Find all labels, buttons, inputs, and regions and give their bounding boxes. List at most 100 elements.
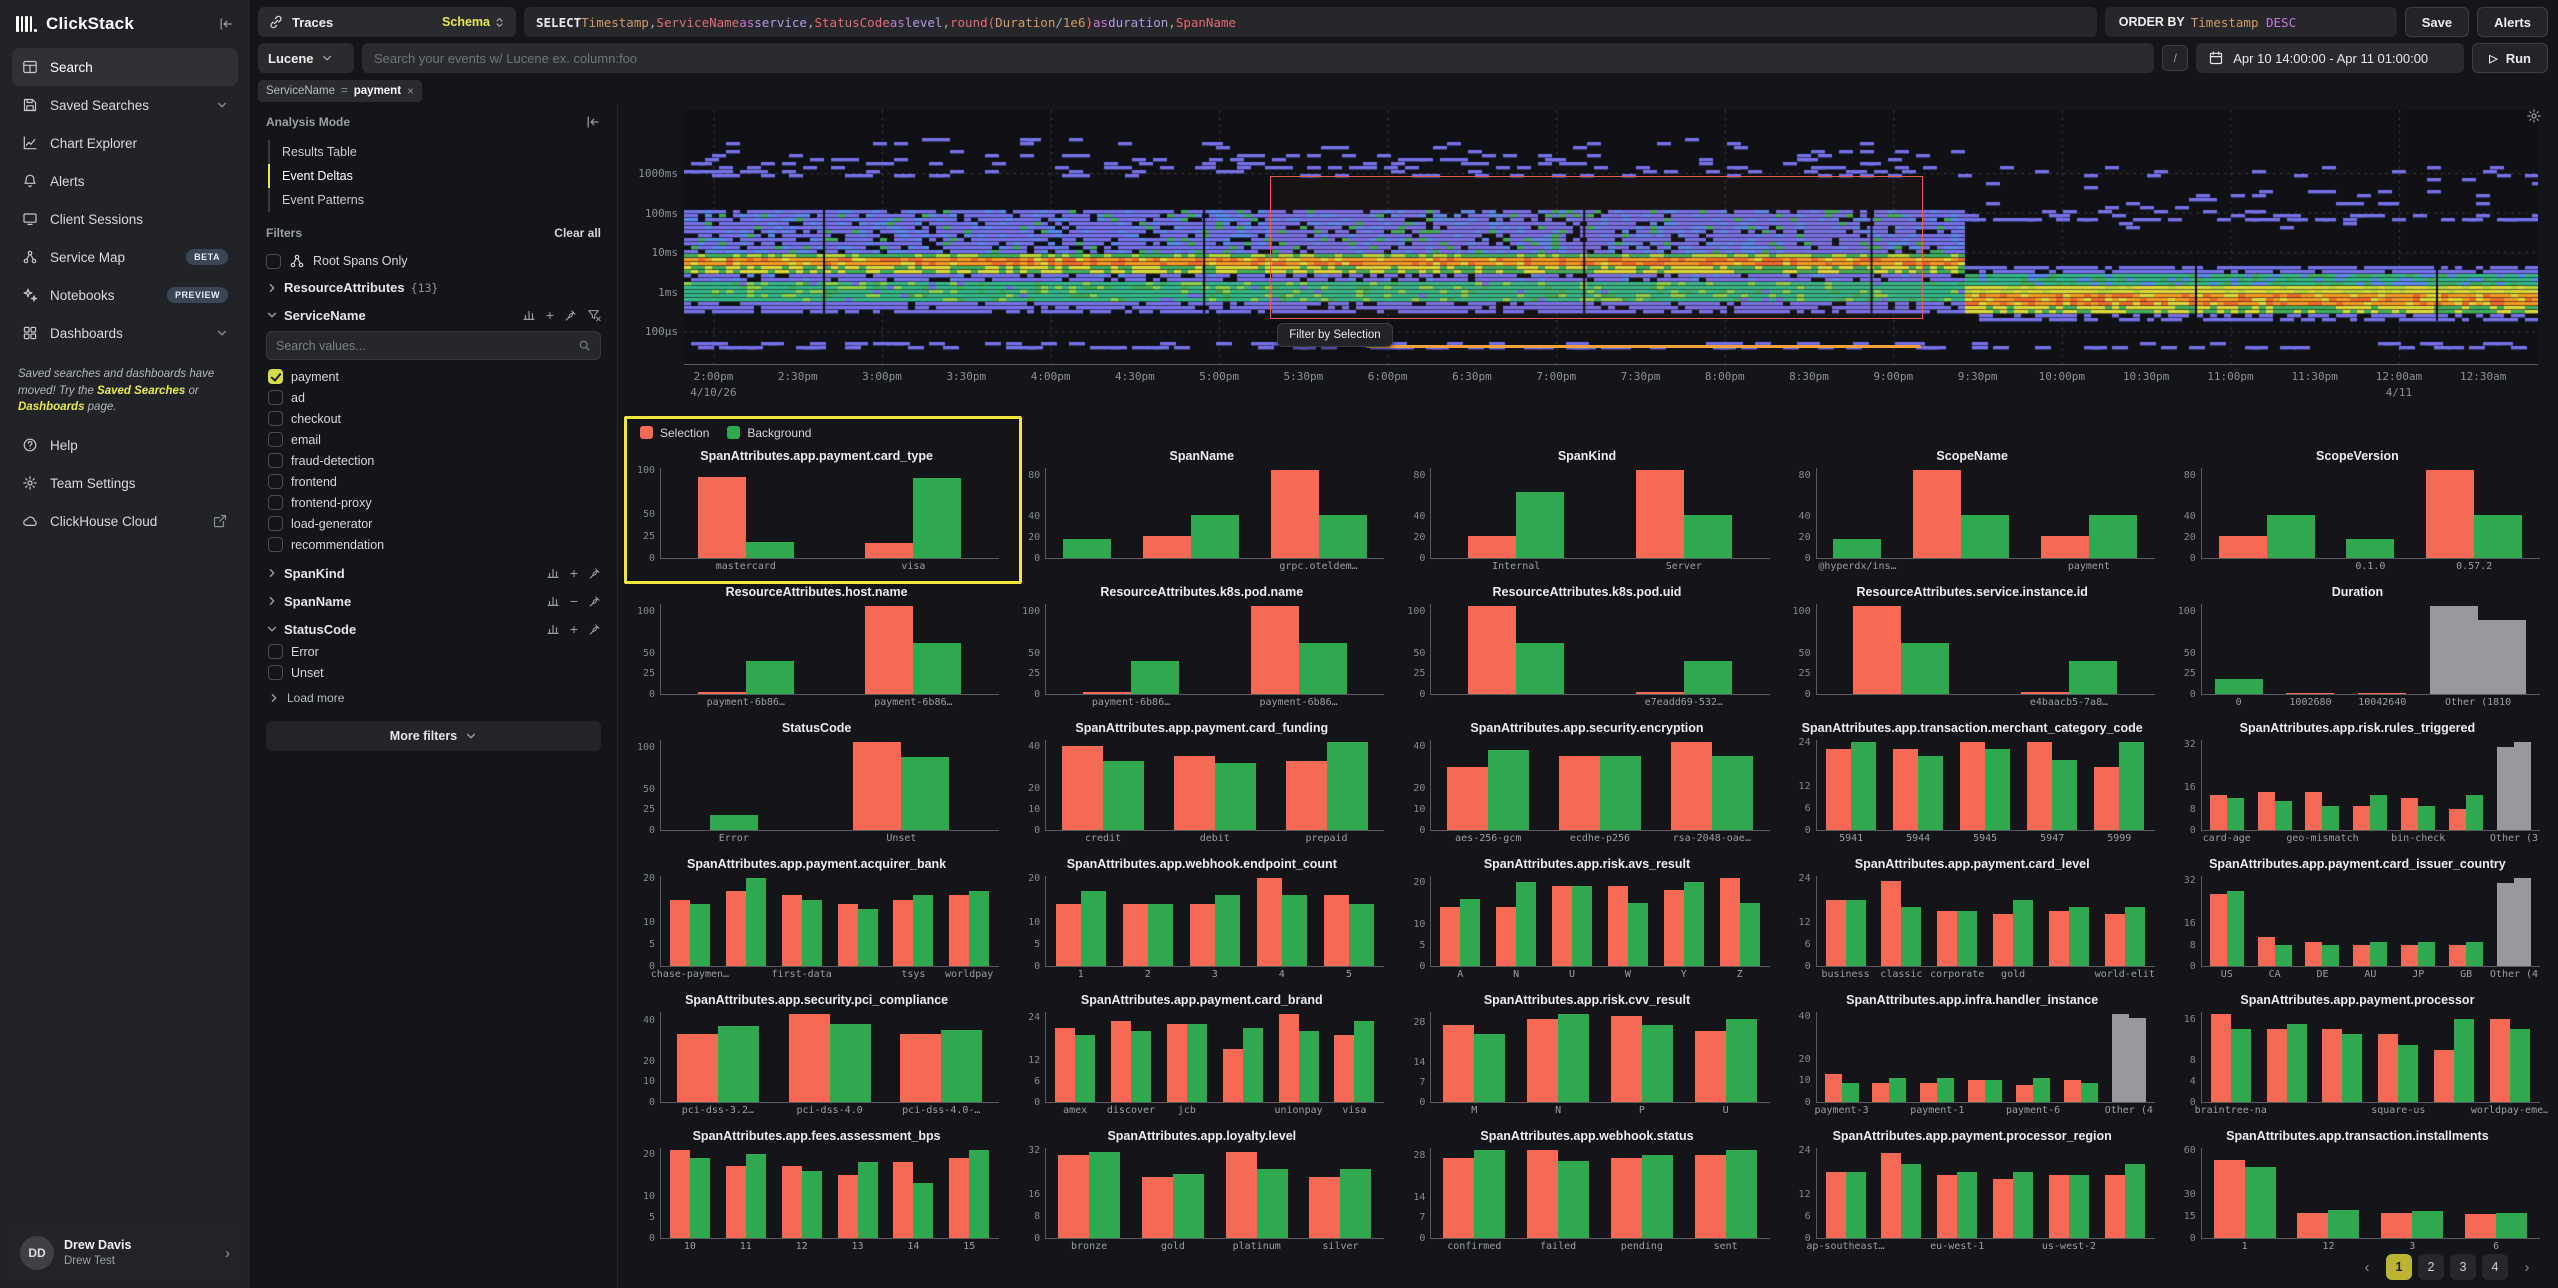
mini-chart[interactable]: SpanAttributes.app.webhook.status071428c… — [1396, 1128, 1777, 1252]
mini-chart[interactable]: SpanAttributes.app.risk.cvv_result071428… — [1396, 992, 1777, 1116]
dashboards-link[interactable]: Dashboards — [18, 401, 84, 413]
load-more-button[interactable]: Load more — [266, 685, 601, 707]
filter-value-email[interactable]: email — [268, 429, 601, 450]
filter-value-load-generator[interactable]: load-generator — [268, 513, 601, 534]
checkbox[interactable] — [268, 644, 283, 659]
pin-icon[interactable] — [564, 309, 577, 322]
sidebar-item-client-sessions[interactable]: Client Sessions — [12, 200, 238, 238]
filter-group-spankind[interactable]: SpanKind+ — [266, 557, 601, 585]
mini-chart[interactable]: SpanAttributes.app.risk.avs_result051020… — [1396, 856, 1777, 980]
mini-chart[interactable]: SpanAttributes.app.infra.handler_instanc… — [1782, 992, 2163, 1116]
mini-chart[interactable]: SpanAttributes.app.payment.card_issuer_c… — [2167, 856, 2548, 980]
checkbox[interactable] — [266, 254, 281, 269]
save-button[interactable]: Save — [2405, 7, 2469, 37]
mini-chart[interactable]: ResourceAttributes.host.name02550100paym… — [626, 584, 1007, 708]
search-input[interactable]: Search your events w/ Lucene ex. column:… — [362, 43, 2154, 73]
page-button-4[interactable]: 4 — [2482, 1254, 2508, 1280]
mini-chart[interactable]: SpanName0204080grpc.oteldem… — [1011, 448, 1392, 572]
heatmap-plot[interactable]: Filter by Selection — [684, 110, 2538, 364]
date-range-picker[interactable]: Apr 10 14:00:00 - Apr 11 01:00:00 — [2196, 43, 2464, 73]
checkbox[interactable] — [268, 390, 283, 405]
mini-chart[interactable]: ResourceAttributes.k8s.pod.name02550100p… — [1011, 584, 1392, 708]
sidebar-item-help[interactable]: Help — [12, 426, 238, 464]
remove-filter-icon[interactable]: − — [570, 593, 578, 609]
mini-chart[interactable]: SpanAttributes.app.transaction.merchant_… — [1782, 720, 2163, 844]
panel-collapse-icon[interactable] — [585, 114, 601, 130]
checkbox[interactable] — [268, 495, 283, 510]
filter-value-payment[interactable]: payment — [268, 366, 601, 387]
pin-icon[interactable] — [588, 567, 601, 580]
mini-chart[interactable]: SpanAttributes.app.payment.card_funding0… — [1011, 720, 1392, 844]
language-select[interactable]: Lucene — [258, 43, 354, 73]
sidebar-item-team-settings[interactable]: Team Settings — [12, 464, 238, 502]
mini-chart[interactable]: SpanAttributes.app.webhook.endpoint_coun… — [1011, 856, 1392, 980]
analysis-mode-results-table[interactable]: Results Table — [268, 140, 601, 164]
close-icon[interactable]: × — [407, 84, 414, 98]
add-filter-icon[interactable]: + — [570, 621, 578, 637]
bar-chart-icon[interactable] — [522, 308, 536, 322]
schema-button[interactable]: Schema — [442, 15, 506, 29]
bar-chart-icon[interactable] — [546, 594, 560, 608]
alerts-button[interactable]: Alerts — [2477, 7, 2548, 37]
add-filter-icon[interactable]: + — [546, 307, 554, 323]
mini-chart[interactable]: SpanAttributes.app.payment.card_type0255… — [626, 448, 1007, 572]
checkbox[interactable] — [268, 537, 283, 552]
pin-icon[interactable] — [588, 623, 601, 636]
mini-chart[interactable]: SpanAttributes.app.security.encryption01… — [1396, 720, 1777, 844]
filter-value-checkout[interactable]: checkout — [268, 408, 601, 429]
mini-chart[interactable]: ScopeName0204080@hyperdx/ins…payment — [1782, 448, 2163, 572]
page-button-2[interactable]: 2 — [2418, 1254, 2444, 1280]
mini-chart[interactable]: SpanAttributes.app.transaction.installme… — [2167, 1128, 2548, 1252]
mini-chart[interactable]: SpanAttributes.app.loyalty.level081632br… — [1011, 1128, 1392, 1252]
filter-group-servicename[interactable]: ServiceName+ — [266, 299, 601, 327]
sidebar-item-alerts[interactable]: Alerts — [12, 162, 238, 200]
filter-group-resourceattributes[interactable]: ResourceAttributes{13} — [266, 272, 601, 299]
mini-chart[interactable]: SpanAttributes.app.fees.assessment_bps05… — [626, 1128, 1007, 1252]
order-by-editor[interactable]: ORDER BY Timestamp DESC — [2105, 7, 2397, 37]
mini-chart[interactable]: ScopeVersion02040800.1.00.57.2 — [2167, 448, 2548, 572]
mini-chart[interactable]: SpanAttributes.app.risk.rules_triggered0… — [2167, 720, 2548, 844]
filter-group-spanname[interactable]: SpanName− — [266, 585, 601, 613]
mini-chart[interactable]: ResourceAttributes.k8s.pod.uid02550100e7… — [1396, 584, 1777, 708]
sidebar-item-dashboards[interactable]: Dashboards — [12, 314, 238, 352]
bar-chart-icon[interactable] — [546, 622, 560, 636]
add-filter-icon[interactable]: + — [570, 565, 578, 581]
mini-chart[interactable]: SpanAttributes.app.payment.processor_reg… — [1782, 1128, 2163, 1252]
run-button[interactable]: ▷ Run — [2472, 43, 2548, 73]
mini-chart[interactable]: SpanAttributes.app.payment.card_brand061… — [1011, 992, 1392, 1116]
funnel-x-icon[interactable] — [587, 308, 601, 322]
sidebar-item-service-map[interactable]: Service MapBETA — [12, 238, 238, 276]
analysis-mode-event-deltas[interactable]: Event Deltas — [268, 164, 601, 188]
sidebar-item-clickhouse-cloud[interactable]: ClickHouse Cloud — [12, 502, 238, 540]
mini-chart[interactable]: SpanAttributes.app.payment.processor0481… — [2167, 992, 2548, 1116]
page-button-3[interactable]: 3 — [2450, 1254, 2476, 1280]
sidebar-item-saved-searches[interactable]: Saved Searches — [12, 86, 238, 124]
checkbox[interactable] — [268, 453, 283, 468]
sidebar-item-notebooks[interactable]: NotebooksPREVIEW — [12, 276, 238, 314]
filter-value-fraud-detection[interactable]: fraud-detection — [268, 450, 601, 471]
checkbox[interactable] — [268, 432, 283, 447]
saved-searches-link[interactable]: Saved Searches — [97, 385, 185, 397]
sql-editor[interactable]: SELECT Timestamp, ServiceName as service… — [524, 7, 2097, 37]
filter-by-selection-button[interactable]: Filter by Selection — [1277, 323, 1392, 347]
filter-value-frontend[interactable]: frontend — [268, 471, 601, 492]
filter-value-frontend-proxy[interactable]: frontend-proxy — [268, 492, 601, 513]
heatmap-selection-box[interactable] — [1270, 176, 1923, 319]
checkbox[interactable] — [268, 516, 283, 531]
filter-group-statuscode[interactable]: StatusCode+ — [266, 613, 601, 641]
page-button-1[interactable]: 1 — [2386, 1254, 2412, 1280]
checkbox[interactable] — [268, 369, 283, 384]
filter-chip[interactable]: ServiceName = payment × — [258, 80, 422, 102]
mini-chart[interactable]: SpanAttributes.app.payment.acquirer_bank… — [626, 856, 1007, 980]
search-values-input[interactable]: Search values... — [266, 331, 601, 360]
analysis-mode-event-patterns[interactable]: Event Patterns — [268, 188, 601, 212]
pin-icon[interactable] — [588, 595, 601, 608]
mini-chart[interactable]: SpanAttributes.app.security.pci_complian… — [626, 992, 1007, 1116]
user-card[interactable]: DD Drew Davis Drew Test › — [12, 1228, 238, 1278]
sidebar-collapse-icon[interactable] — [218, 16, 234, 32]
source-select[interactable]: Traces Schema — [258, 7, 516, 37]
mini-chart[interactable]: SpanKind0204080InternalServer — [1396, 448, 1777, 572]
mini-chart[interactable]: SpanAttributes.app.payment.card_level061… — [1782, 856, 2163, 980]
mini-chart[interactable]: Duration025501000100268010042640Other (1… — [2167, 584, 2548, 708]
gear-icon[interactable] — [2526, 108, 2542, 124]
